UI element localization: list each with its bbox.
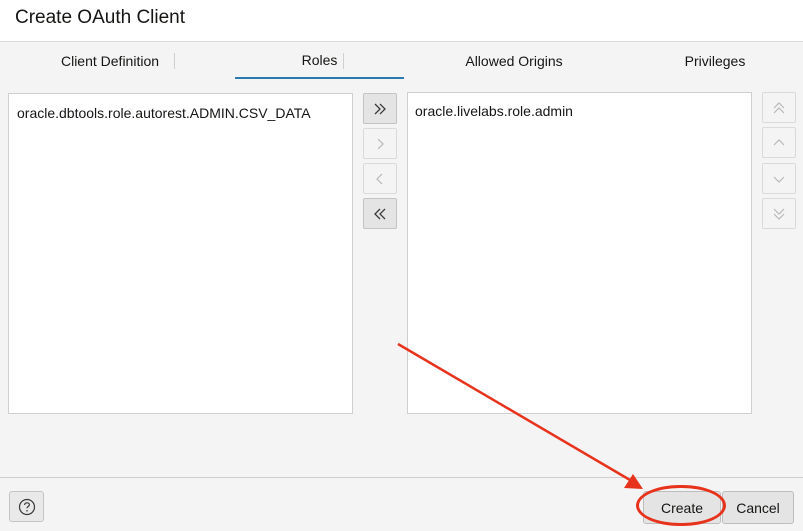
- chevron-down-icon: [773, 176, 785, 183]
- selected-roles-list[interactable]: oracle.livelabs.role.admin: [407, 92, 752, 414]
- move-down-button[interactable]: [762, 163, 796, 194]
- tab-privileges[interactable]: Privileges: [680, 42, 750, 79]
- move-left-button[interactable]: [363, 163, 397, 194]
- available-roles-list[interactable]: oracle.dbtools.role.autorest.ADMIN.CSV_D…: [8, 93, 353, 414]
- tab-separator: [343, 53, 344, 69]
- cancel-button[interactable]: Cancel: [722, 491, 794, 524]
- tab-bar: Client Definition Roles Allowed Origins …: [0, 41, 803, 80]
- move-all-left-button[interactable]: [363, 198, 397, 229]
- tab-allowed-origins[interactable]: Allowed Origins: [457, 42, 571, 79]
- move-top-button[interactable]: [762, 92, 796, 123]
- page-title: Create OAuth Client: [15, 7, 186, 28]
- move-bottom-button[interactable]: [762, 198, 796, 229]
- move-up-button[interactable]: [762, 127, 796, 158]
- double-chevron-up-icon: [773, 101, 785, 113]
- create-button[interactable]: Create: [643, 491, 721, 524]
- list-item[interactable]: oracle.dbtools.role.autorest.ADMIN.CSV_D…: [17, 105, 311, 121]
- dialog-footer: Create Cancel: [0, 477, 803, 531]
- double-chevron-down-icon: [773, 208, 785, 220]
- move-all-right-button[interactable]: [363, 93, 397, 124]
- tab-separator: [174, 53, 175, 69]
- chevron-up-icon: [773, 138, 785, 145]
- chevron-right-icon: [377, 138, 384, 149]
- double-chevron-right-icon: [374, 103, 386, 114]
- help-circle-icon: [18, 498, 35, 515]
- list-item[interactable]: oracle.livelabs.role.admin: [415, 103, 573, 119]
- tab-roles[interactable]: Roles: [235, 42, 404, 80]
- help-button[interactable]: [9, 491, 44, 522]
- chevron-left-icon: [376, 173, 383, 184]
- move-right-button[interactable]: [363, 128, 397, 159]
- double-chevron-left-icon: [374, 208, 386, 219]
- roles-panel: oracle.dbtools.role.autorest.ADMIN.CSV_D…: [0, 79, 803, 477]
- tab-client-definition[interactable]: Client Definition: [58, 42, 162, 79]
